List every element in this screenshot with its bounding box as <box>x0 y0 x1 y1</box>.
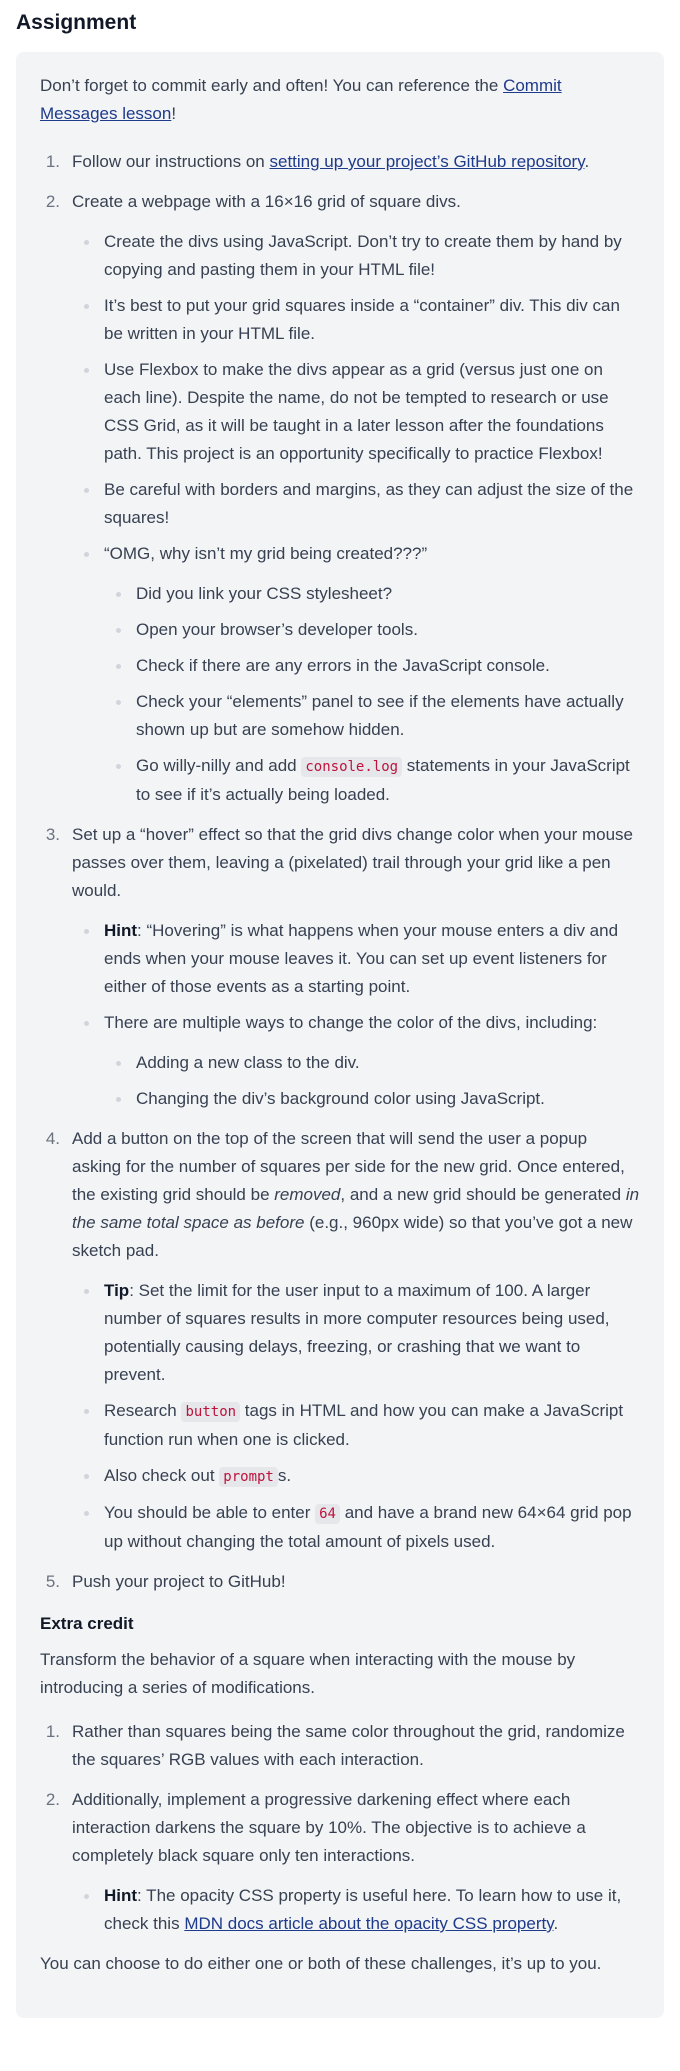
page: Assignment Don’t forget to commit early … <box>0 0 680 2071</box>
list-item: Be careful with borders and margins, as … <box>72 476 640 532</box>
list-item-text: You should be able to enter <box>104 1503 316 1522</box>
troubleshooting-bullets: Did you link your CSS stylesheet? Open y… <box>104 580 640 809</box>
mdn-opacity-link[interactable]: MDN docs article about the opacity CSS p… <box>184 1914 553 1933</box>
step-4-bullets: Tip: Set the limit for the user input to… <box>72 1277 640 1556</box>
extra-credit-outro: You can choose to do either one or both … <box>40 1954 602 1973</box>
extra-step-1: 1. Rather than squares being the same co… <box>40 1718 640 1774</box>
list-item: Adding a new class to the div. <box>104 1049 640 1077</box>
step-5: 5. Push your project to GitHub! <box>40 1568 640 1596</box>
list-item: There are multiple ways to change the co… <box>72 1009 640 1113</box>
hint-label: Hint <box>104 921 138 940</box>
step-number: 1. <box>45 152 60 171</box>
list-item: Research button tags in HTML and how you… <box>72 1397 640 1454</box>
list-item: Check your “elements” panel to see if th… <box>104 688 640 744</box>
step-3-bullets: Hint: “Hovering” is what happens when yo… <box>72 917 640 1113</box>
step-2-bullets: Create the divs using JavaScript. Don’t … <box>72 228 640 809</box>
step-number: 1. <box>45 1722 60 1741</box>
step-5-text: Push your project to GitHub! <box>72 1572 286 1591</box>
list-item: Use Flexbox to make the divs appear as a… <box>72 356 640 468</box>
console-log-code: console.log <box>301 757 403 777</box>
step-number: 5. <box>45 1572 60 1591</box>
step-number: 4. <box>45 1129 60 1148</box>
intro-paragraph: Don’t forget to commit early and often! … <box>40 72 640 128</box>
intro-text: Don’t forget to commit early and often! … <box>40 76 504 95</box>
step-4-text: , and a new grid should be generated <box>340 1185 626 1204</box>
list-item-text: s. <box>277 1466 292 1485</box>
step-number: 2. <box>45 1790 60 1809</box>
list-item-text: Also check out <box>104 1466 220 1485</box>
list-item: Hint: The opacity CSS property is useful… <box>72 1882 640 1938</box>
list-item-text: Go willy-nilly and add <box>136 756 302 775</box>
step-number: 2. <box>45 192 60 211</box>
steps-list: 1. Follow our instructions on setting up… <box>40 148 640 1596</box>
prompt-code: prompt <box>219 1467 278 1487</box>
step-2-text: Create a webpage with a 16×16 grid of sq… <box>72 192 461 211</box>
intro-text-end: ! <box>171 104 177 123</box>
step-1: 1. Follow our instructions on setting up… <box>40 148 640 176</box>
color-methods-bullets: Adding a new class to the div. Changing … <box>104 1049 640 1113</box>
list-item: Hint: “Hovering” is what happens when yo… <box>72 917 640 1001</box>
step-2: 2. Create a webpage with a 16×16 grid of… <box>40 188 640 809</box>
list-item: Open your browser’s developer tools. <box>104 616 640 644</box>
extra-step-2: 2. Additionally, implement a progressive… <box>40 1786 640 1938</box>
list-item-text: . <box>553 1914 559 1933</box>
extra-step-2-text: Additionally, implement a progressive da… <box>72 1790 586 1865</box>
list-item: Check if there are any errors in the Jav… <box>104 652 640 680</box>
step-3-text: Set up a “hover” effect so that the grid… <box>72 825 633 900</box>
assignment-card: Don’t forget to commit early and often! … <box>16 52 664 2018</box>
button-code: button <box>181 1402 241 1422</box>
extra-credit-list: 1. Rather than squares being the same co… <box>40 1718 640 1938</box>
step-1-text: Follow our instructions on <box>72 152 270 171</box>
hint-label: Hint <box>104 1886 138 1905</box>
list-item: Create the divs using JavaScript. Don’t … <box>72 228 640 284</box>
page-title: Assignment <box>16 11 137 34</box>
extra-step-2-bullets: Hint: The opacity CSS property is useful… <box>72 1882 640 1938</box>
step-number: 3. <box>45 825 60 844</box>
tip-label: Tip <box>104 1281 130 1300</box>
step-3: 3. Set up a “hover” effect so that the g… <box>40 821 640 1113</box>
list-item: Did you link your CSS stylesheet? <box>104 580 640 608</box>
list-item: It’s best to put your grid squares insid… <box>72 292 640 348</box>
list-item-text: : “Hovering” is what happens when your m… <box>104 921 619 996</box>
list-item: Also check out prompt s. <box>72 1462 640 1491</box>
list-item: Go willy-nilly and add console.log state… <box>104 752 640 809</box>
list-item: You should be able to enter 64 and have … <box>72 1499 640 1556</box>
extra-credit-intro: Transform the behavior of a square when … <box>40 1650 576 1697</box>
emphasis-removed: removed <box>274 1185 341 1204</box>
list-item-text: There are multiple ways to change the co… <box>104 1013 598 1032</box>
step-1-text-end: . <box>584 152 590 171</box>
sixty-four-code: 64 <box>315 1504 340 1524</box>
list-item-text: “OMG, why isn’t my grid being created???… <box>104 544 428 563</box>
list-item-text: Research <box>104 1401 182 1420</box>
list-item-text: : Set the limit for the user input to a … <box>104 1281 610 1384</box>
list-item: Changing the div’s background color usin… <box>104 1085 640 1113</box>
list-item: “OMG, why isn’t my grid being created???… <box>72 540 640 809</box>
extra-credit-heading: Extra credit <box>40 1614 134 1633</box>
github-repo-link[interactable]: setting up your project’s GitHub reposit… <box>269 152 584 171</box>
extra-step-1-text: Rather than squares being the same color… <box>72 1722 625 1769</box>
step-4: 4. Add a button on the top of the screen… <box>40 1125 640 1556</box>
list-item: Tip: Set the limit for the user input to… <box>72 1277 640 1389</box>
